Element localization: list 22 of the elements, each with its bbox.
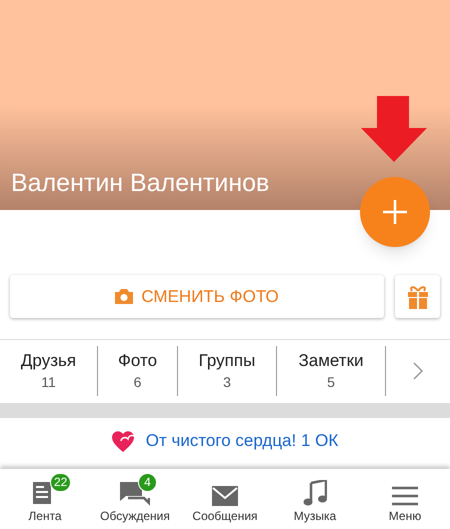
nav-tab[interactable]: 22 Лента	[0, 469, 90, 529]
count-badge: 4	[138, 473, 157, 492]
envelope-icon	[212, 486, 238, 506]
gift-button[interactable]	[395, 275, 440, 318]
gift-icon	[406, 284, 428, 308]
plus-icon	[383, 200, 407, 224]
profile-name: Валентин Валентинов	[11, 171, 270, 196]
count-badge: 22	[50, 473, 72, 492]
music-note-icon	[303, 480, 327, 506]
camera-icon	[115, 289, 134, 304]
nav-tab[interactable]: Музыка	[270, 469, 360, 529]
menu-icon	[392, 486, 418, 506]
nav-tab[interactable]: 4 Обсуждения	[90, 469, 180, 529]
nav-tab[interactable]: Сообщения	[180, 469, 270, 529]
stat-tab[interactable]: Группы 3	[178, 346, 277, 396]
stat-tab[interactable]: Фото 6	[98, 346, 178, 396]
promo-link[interactable]: От чистого сердца! 1 ОК	[146, 428, 338, 454]
arrow-icon	[361, 96, 427, 162]
chevron-right-icon[interactable]	[413, 362, 423, 380]
stat-tab[interactable]: Друзья 11	[0, 346, 98, 396]
stat-tab[interactable]: Заметки 5	[277, 346, 386, 396]
nav-tab[interactable]: Меню	[360, 469, 450, 529]
